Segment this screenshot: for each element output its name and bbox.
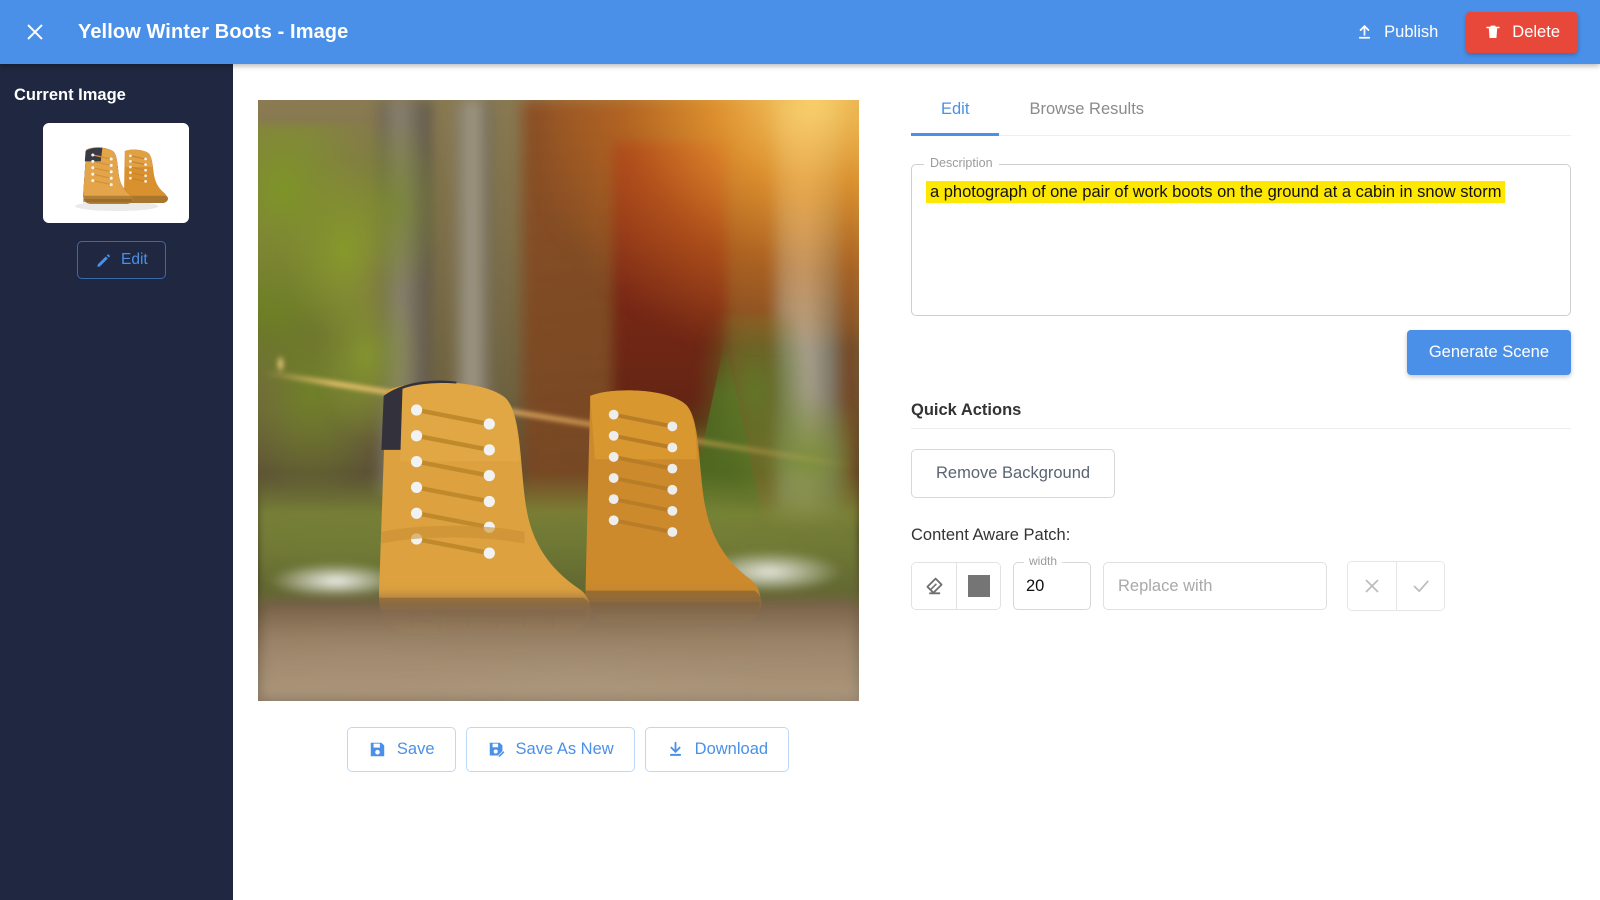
sidebar: Current Image xyxy=(0,64,233,900)
patch-confirm-button[interactable] xyxy=(1396,562,1444,610)
brush-width-value: 20 xyxy=(1026,577,1044,596)
generate-row: Generate Scene xyxy=(911,330,1571,375)
publish-button[interactable]: Publish xyxy=(1341,14,1452,51)
close-button[interactable] xyxy=(12,9,58,55)
save-floppy-icon xyxy=(368,740,387,759)
sidebar-edit-button[interactable]: Edit xyxy=(77,241,166,279)
image-editor-app: Yellow Winter Boots - Image Publish Dele… xyxy=(0,0,1600,900)
description-legend: Description xyxy=(924,156,999,170)
save-as-new-icon xyxy=(487,740,506,759)
light-spark xyxy=(276,355,285,373)
sun-flare xyxy=(546,100,859,340)
download-button[interactable]: Download xyxy=(645,727,789,772)
color-swatch-button[interactable] xyxy=(956,563,1000,609)
generate-scene-button[interactable]: Generate Scene xyxy=(1407,330,1571,375)
pencil-icon xyxy=(95,252,112,269)
patch-cancel-button[interactable] xyxy=(1348,562,1396,610)
image-actions-row: Save Save As New xyxy=(258,727,878,772)
brush-width-legend: width xyxy=(1024,554,1062,568)
tab-browse-results-label: Browse Results xyxy=(1029,100,1144,118)
tab-browse-results[interactable]: Browse Results xyxy=(999,86,1174,135)
delete-label: Delete xyxy=(1512,23,1560,42)
download-icon xyxy=(666,740,685,759)
replace-with-placeholder: Replace with xyxy=(1118,577,1212,596)
download-label: Download xyxy=(695,740,768,759)
remove-background-button[interactable]: Remove Background xyxy=(911,449,1115,498)
tab-edit[interactable]: Edit xyxy=(911,86,999,135)
brush-width-input[interactable]: width 20 xyxy=(1013,562,1091,610)
replace-with-input[interactable]: Replace with xyxy=(1103,562,1327,610)
scene-layers xyxy=(258,100,859,701)
color-swatch-icon xyxy=(968,575,990,597)
right-panel: Edit Browse Results Description a photog… xyxy=(911,86,1571,611)
content-aware-patch-label: Content Aware Patch: xyxy=(911,526,1571,545)
sidebar-edit-label: Edit xyxy=(121,251,148,269)
save-button[interactable]: Save xyxy=(347,727,456,772)
patch-confirm-group xyxy=(1347,561,1445,611)
main-content: Save Save As New xyxy=(233,64,1600,900)
blurred-foreground xyxy=(258,599,859,701)
patch-tool-group xyxy=(911,562,1001,610)
check-icon xyxy=(1410,575,1432,597)
publish-label: Publish xyxy=(1384,23,1438,42)
boots-thumbnail-image xyxy=(48,127,184,219)
description-input[interactable]: Description a photograph of one pair of … xyxy=(911,164,1571,316)
eraser-tool-button[interactable] xyxy=(912,563,956,609)
close-icon xyxy=(1361,575,1383,597)
description-value: a photograph of one pair of work boots o… xyxy=(926,181,1505,203)
scene-image[interactable] xyxy=(258,100,859,701)
save-as-new-label: Save As New xyxy=(516,740,614,759)
page-title: Yellow Winter Boots - Image xyxy=(78,21,348,44)
delete-button[interactable]: Delete xyxy=(1466,12,1578,53)
current-image-thumbnail[interactable] xyxy=(43,123,189,223)
eraser-icon xyxy=(922,574,946,598)
quick-actions-title: Quick Actions xyxy=(911,401,1571,429)
description-wrapper: Description a photograph of one pair of … xyxy=(911,164,1571,316)
upload-icon xyxy=(1355,23,1374,42)
content-aware-patch-controls: width 20 Replace with xyxy=(911,561,1571,611)
save-as-new-button[interactable]: Save As New xyxy=(466,727,635,772)
canvas-column: Save Save As New xyxy=(258,100,878,772)
tab-edit-label: Edit xyxy=(941,100,969,118)
panel-tabs: Edit Browse Results xyxy=(911,86,1571,136)
trash-icon xyxy=(1484,23,1502,41)
sidebar-title: Current Image xyxy=(0,64,233,105)
close-icon xyxy=(24,21,46,43)
app-header: Yellow Winter Boots - Image Publish Dele… xyxy=(0,0,1600,64)
save-label: Save xyxy=(397,740,435,759)
